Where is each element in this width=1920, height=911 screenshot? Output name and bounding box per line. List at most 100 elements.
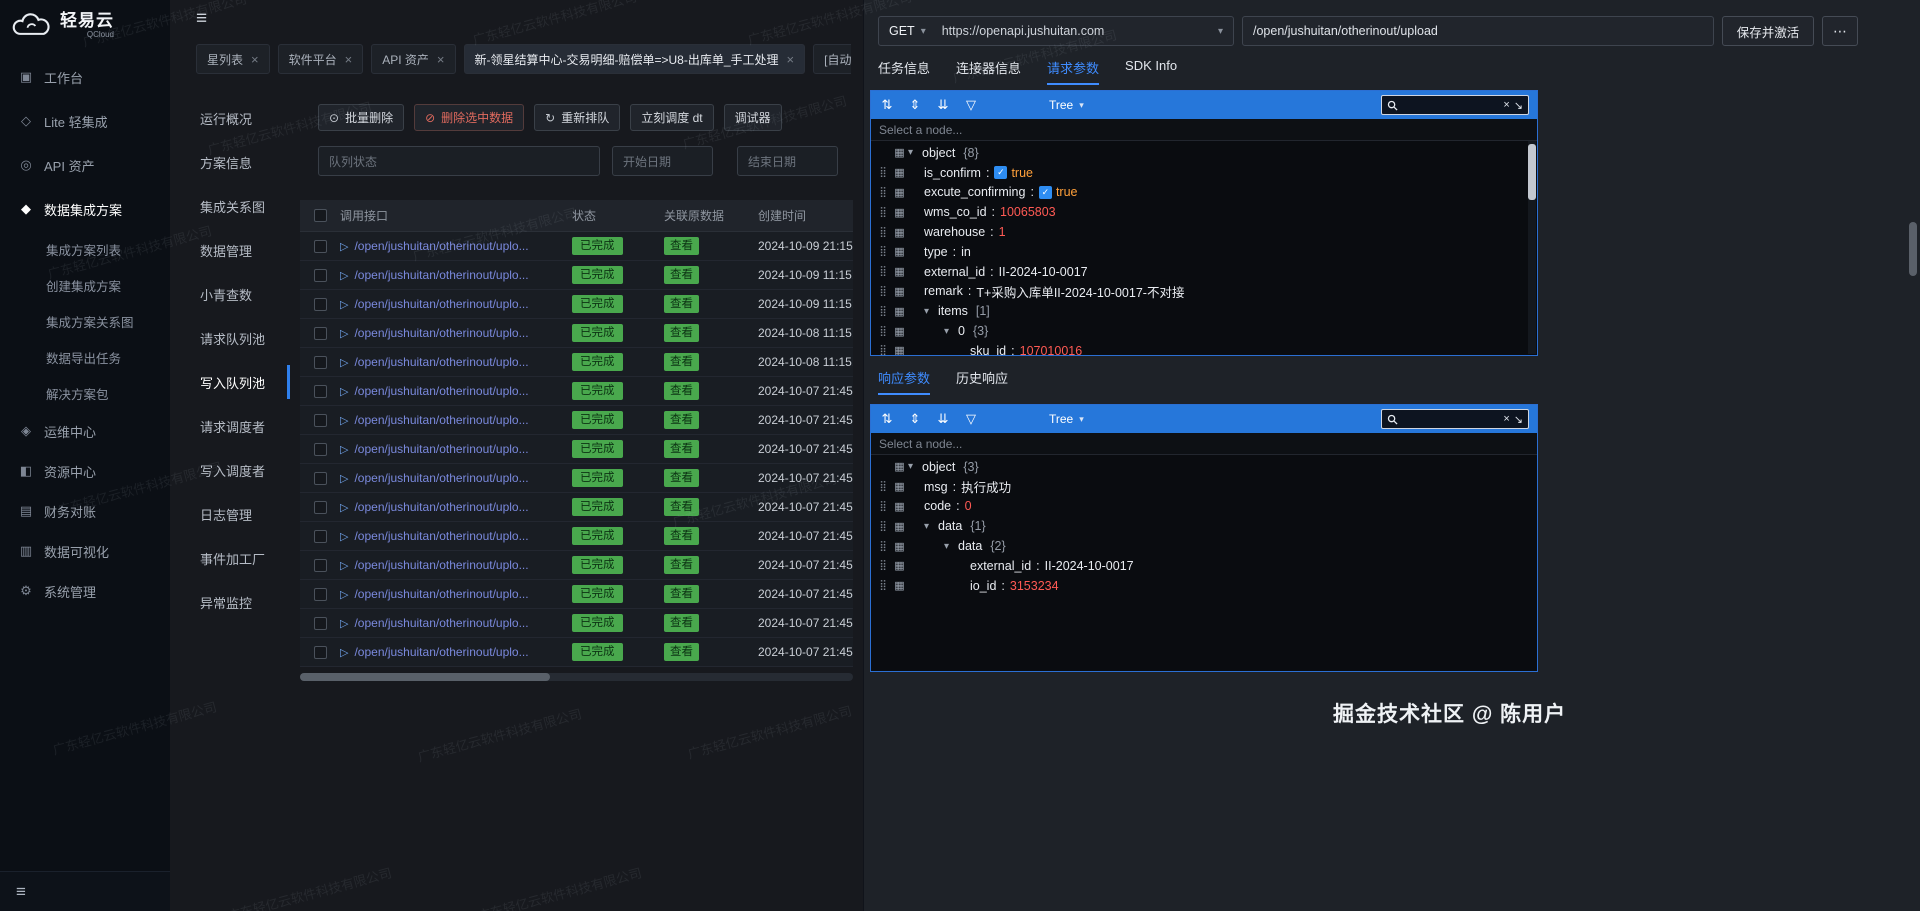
debugger-button[interactable]: 调试器 (723, 104, 782, 131)
sidebar-item-data-viz[interactable]: ▥ 数据可视化 (0, 531, 170, 571)
secondary-nav-item[interactable]: 运行概况 (170, 96, 290, 140)
end-date-input[interactable]: 结束日期 (737, 146, 838, 176)
view-button[interactable]: 查看 (664, 585, 699, 603)
page-tab[interactable]: 软件平台 × (277, 44, 364, 74)
collapse-all-icon[interactable]: ⇕ (907, 411, 923, 427)
select-all-checkbox[interactable] (313, 209, 327, 222)
delete-selected-button[interactable]: ⊘ 删除选中数据 (414, 104, 525, 131)
page-tab[interactable]: [自动爱梨] × (813, 44, 851, 74)
tab-request-params[interactable]: 请求参数 (1047, 58, 1100, 85)
row-checkbox[interactable] (313, 587, 327, 601)
api-link[interactable]: /open/jushuitan/otherinout/uplo... (354, 616, 528, 630)
jump-to-icon[interactable]: ↘ (1514, 99, 1523, 112)
tab-close-icon[interactable]: × (787, 52, 795, 67)
jump-to-icon[interactable]: ↘ (1514, 413, 1523, 426)
node-box-icon[interactable]: ▦ (891, 186, 908, 199)
drag-handle-icon[interactable]: ⣿ (875, 207, 891, 218)
menu-toggle-icon[interactable]: ≡ (196, 8, 207, 30)
row-checkbox[interactable] (313, 326, 327, 340)
drag-handle-icon[interactable]: ⣿ (875, 541, 891, 552)
secondary-nav-item[interactable]: 数据管理 (170, 228, 290, 272)
row-checkbox[interactable] (313, 239, 327, 253)
view-button[interactable]: 查看 (664, 440, 699, 458)
drag-handle-icon[interactable]: ⣿ (875, 246, 891, 257)
tree-key[interactable]: is_confirm (924, 166, 981, 180)
row-checkbox[interactable] (313, 529, 327, 543)
filter-icon[interactable]: ▽ (963, 411, 979, 427)
caret-down-icon[interactable]: ▾ (908, 147, 922, 158)
view-mode-select[interactable]: Tree ▾ (1049, 412, 1084, 426)
api-link[interactable]: /open/jushuitan/otherinout/uplo... (354, 384, 528, 398)
tab-close-icon[interactable]: × (345, 52, 353, 67)
tree-key[interactable]: 0 (958, 324, 965, 338)
drag-handle-icon[interactable]: ⣿ (875, 580, 891, 591)
row-checkbox[interactable] (313, 471, 327, 485)
tree-key[interactable]: io_id (970, 579, 996, 593)
secondary-nav-item[interactable]: 请求调度者 (170, 404, 290, 448)
base-url[interactable]: https://openapi.jushuitan.com (942, 24, 1212, 38)
tree-key[interactable]: type (924, 245, 948, 259)
tree-key[interactable]: items (938, 304, 968, 318)
drag-handle-icon[interactable]: ⣿ (875, 345, 891, 355)
node-box-icon[interactable]: ▦ (891, 325, 908, 338)
row-checkbox[interactable] (313, 413, 327, 427)
sidebar-subitem-create-plan[interactable]: 创建集成方案 (0, 267, 170, 303)
view-button[interactable]: 查看 (664, 643, 699, 661)
node-box-icon[interactable]: ▦ (891, 206, 908, 219)
tree-key[interactable]: data (938, 519, 962, 533)
sidebar-item-system[interactable]: ⚙ 系统管理 (0, 571, 170, 611)
http-method[interactable]: GET (889, 24, 915, 38)
tree-key[interactable]: msg (924, 480, 948, 494)
drag-handle-icon[interactable]: ⣿ (875, 167, 891, 178)
tab-close-icon[interactable]: × (251, 52, 259, 67)
tree-value[interactable]: in (961, 245, 971, 259)
tree-key[interactable]: data (958, 539, 982, 553)
sidebar-subitem-solution-pack[interactable]: 解决方案包 (0, 375, 170, 411)
tree-search-input[interactable] (1402, 99, 1500, 111)
row-checkbox[interactable] (313, 616, 327, 630)
tree-key[interactable]: excute_confirming (924, 185, 1025, 199)
clear-search-icon[interactable]: × (1503, 413, 1509, 425)
caret-down-icon[interactable]: ▾ (944, 326, 958, 337)
view-button[interactable]: 查看 (664, 266, 699, 284)
caret-down-icon[interactable]: ▾ (924, 306, 938, 317)
node-box-icon[interactable]: ▦ (891, 559, 908, 572)
view-button[interactable]: 查看 (664, 382, 699, 400)
node-box-icon[interactable]: ▦ (891, 245, 908, 258)
tree-key[interactable]: object (922, 146, 955, 160)
row-checkbox[interactable] (313, 442, 327, 456)
row-checkbox[interactable] (313, 384, 327, 398)
tree-key[interactable]: wms_co_id (924, 205, 987, 219)
page-scrollbar-thumb[interactable] (1909, 222, 1917, 276)
caret-down-icon[interactable]: ▾ (944, 541, 958, 552)
node-box-icon[interactable]: ▦ (891, 166, 908, 179)
start-date-input[interactable]: 开始日期 (612, 146, 713, 176)
tree-search-input[interactable] (1402, 413, 1500, 425)
api-link[interactable]: /open/jushuitan/otherinout/uplo... (354, 268, 528, 282)
requeue-button[interactable]: ↻ 重新排队 (534, 104, 621, 131)
tree-scrollbar-thumb[interactable] (1528, 144, 1536, 200)
node-box-icon[interactable]: ▦ (891, 146, 908, 159)
drag-handle-icon[interactable]: ⣿ (875, 266, 891, 277)
row-checkbox[interactable] (313, 500, 327, 514)
tree-value[interactable]: 执行成功 (961, 477, 1011, 496)
tab-connector-info[interactable]: 连接器信息 (956, 58, 1021, 85)
secondary-nav-item[interactable]: 集成关系图 (170, 184, 290, 228)
api-link[interactable]: /open/jushuitan/otherinout/uplo... (354, 558, 528, 572)
tree-value[interactable]: 0 (965, 499, 972, 513)
node-box-icon[interactable]: ▦ (891, 265, 908, 278)
path-input[interactable]: /open/jushuitan/otherinout/upload (1242, 16, 1714, 46)
node-box-icon[interactable]: ▦ (891, 305, 908, 318)
collapse-all-icon[interactable]: ⇕ (907, 97, 923, 113)
drag-handle-icon[interactable]: ⣿ (875, 187, 891, 198)
node-box-icon[interactable]: ▦ (891, 285, 908, 298)
tree-key[interactable]: external_id (970, 559, 1031, 573)
view-button[interactable]: 查看 (664, 527, 699, 545)
sidebar-item-workbench[interactable]: ▣ 工作台 (0, 55, 170, 99)
collapse-sidebar-icon[interactable]: ≡ (16, 882, 26, 902)
sort-icon[interactable]: ⇊ (935, 411, 951, 427)
node-box-icon[interactable]: ▦ (891, 460, 908, 473)
caret-down-icon[interactable]: ▾ (924, 521, 938, 532)
sidebar-subitem-plan-graph[interactable]: 集成方案关系图 (0, 303, 170, 339)
node-box-icon[interactable]: ▦ (891, 344, 908, 355)
